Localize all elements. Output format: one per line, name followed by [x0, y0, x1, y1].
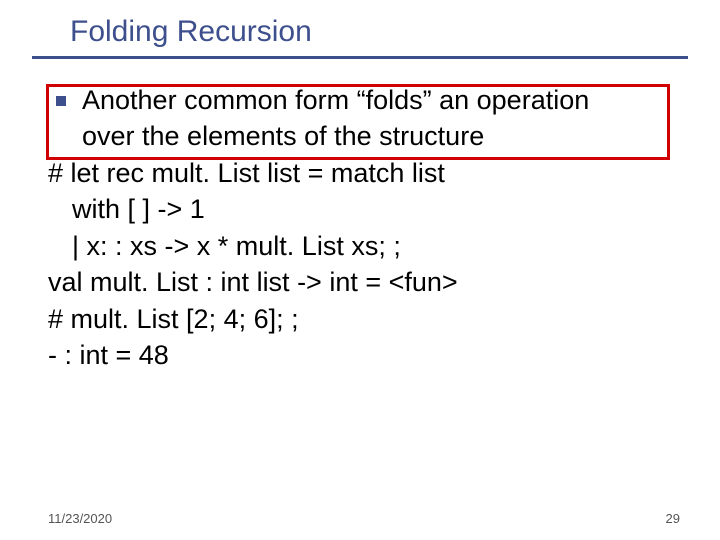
- footer-page-number: 29: [666, 511, 680, 526]
- slide-title: Folding Recursion: [32, 15, 312, 49]
- bullet-text-line-1: Another common form “folds” an operation: [48, 82, 680, 118]
- bullet-text-line-2: over the elements of the structure: [48, 118, 680, 154]
- bullet-icon: [56, 96, 66, 106]
- code-line-3: | x: : xs -> x * mult. List xs; ;: [48, 228, 680, 264]
- code-line-4: val mult. List : int list -> int = <fun>: [48, 264, 680, 300]
- bullet-item: Another common form “folds” an operation…: [48, 82, 680, 155]
- code-line-1: # let rec mult. List list = match list: [48, 155, 680, 191]
- code-line-6: - : int = 48: [48, 337, 680, 373]
- footer-date: 11/23/2020: [48, 511, 112, 526]
- code-line-2: with [ ] -> 1: [48, 191, 680, 227]
- footer: 11/23/2020 29: [48, 511, 680, 526]
- title-underline: [32, 56, 688, 59]
- code-line-5: # mult. List [2; 4; 6]; ;: [48, 301, 680, 337]
- title-bar: Folding Recursion: [32, 8, 688, 56]
- slide-content: Another common form “folds” an operation…: [48, 82, 680, 374]
